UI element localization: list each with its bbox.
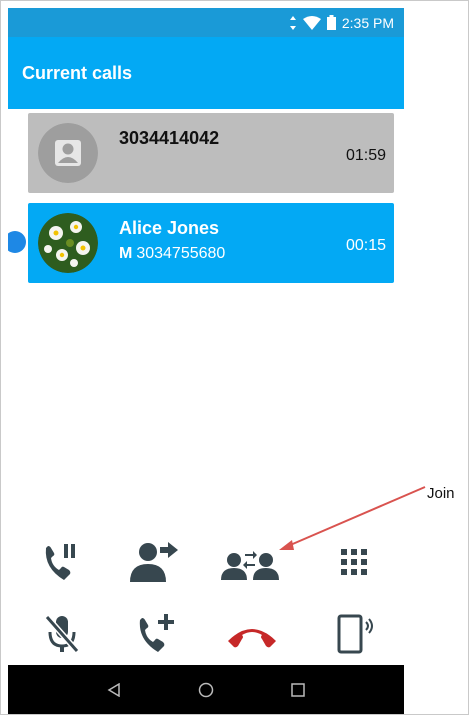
hold-call-icon[interactable] — [32, 536, 92, 588]
caller-name: 3034414042 — [119, 128, 220, 148]
caller-number: M 3034755680 — [119, 245, 225, 263]
end-call-icon[interactable] — [222, 608, 282, 660]
home-icon[interactable] — [186, 670, 226, 710]
mute-icon[interactable] — [32, 608, 92, 660]
phone-screen: 2:35 PM Current calls 3034414042 01:59 A… — [8, 8, 404, 714]
number-value: 3034755680 — [136, 245, 226, 262]
default-avatar-icon — [38, 123, 98, 183]
vibrate-icon — [289, 15, 297, 30]
back-icon[interactable] — [94, 670, 134, 710]
call-timer: 01:59 — [345, 147, 386, 164]
call-card-held[interactable]: 3034414042 01:59 — [28, 113, 394, 193]
caller-name: Alice Jones — [119, 218, 220, 238]
speaker-icon[interactable] — [326, 608, 386, 660]
number-type: M — [119, 245, 133, 262]
wifi-icon — [302, 15, 321, 30]
contact-photo — [38, 213, 98, 273]
status-time: 2:35 PM — [341, 14, 394, 31]
add-call-icon[interactable] — [126, 608, 186, 660]
call-card-active[interactable]: Alice Jones M 3034755680 00:15 — [28, 203, 394, 283]
annotation-label: Join — [427, 485, 455, 502]
call-timer: 00:15 — [345, 237, 386, 254]
transfer-call-icon[interactable] — [124, 536, 184, 588]
recents-icon[interactable] — [278, 670, 318, 710]
navigation-bar — [8, 665, 404, 714]
page-title: Current calls — [22, 62, 133, 83]
app-bar: Current calls — [8, 37, 404, 109]
active-call-indicator — [8, 231, 26, 253]
join-calls-icon[interactable] — [220, 536, 280, 588]
status-bar: 2:35 PM — [8, 8, 404, 37]
battery-icon — [326, 15, 336, 30]
call-controls — [8, 526, 404, 666]
dialpad-icon[interactable] — [324, 536, 384, 588]
